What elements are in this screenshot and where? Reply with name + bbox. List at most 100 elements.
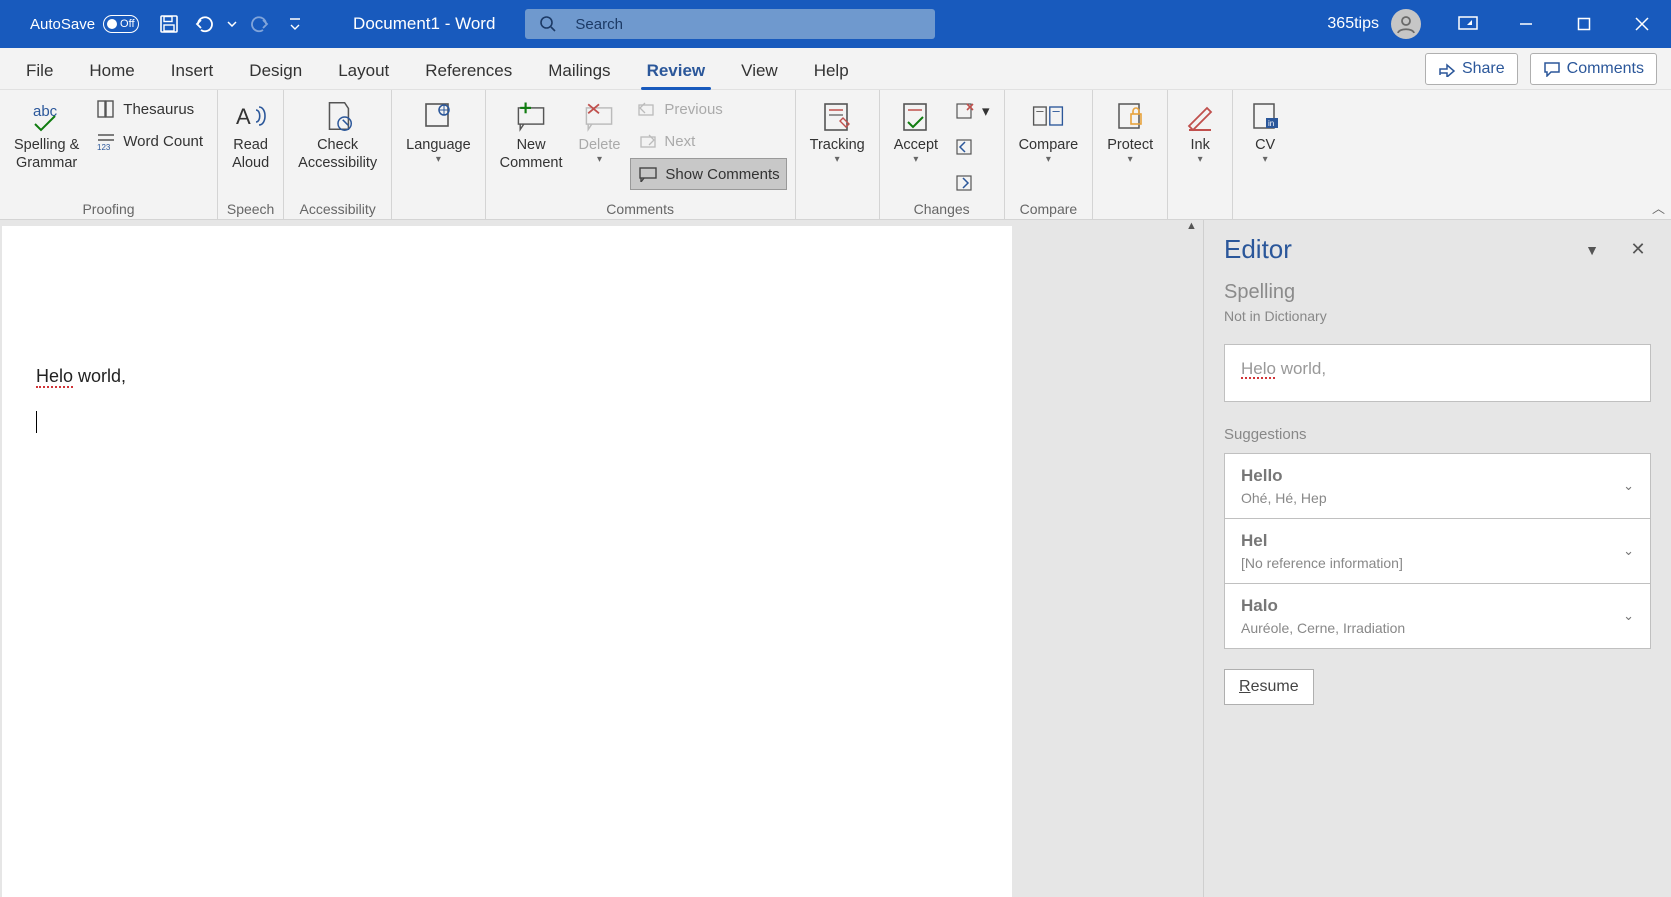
- search-box[interactable]: Search: [525, 9, 935, 39]
- reject-button[interactable]: ▾: [948, 96, 996, 126]
- group-proofing: abc Spelling & Grammar Thesaurus 123 Wor…: [0, 90, 218, 219]
- share-button[interactable]: Share: [1425, 53, 1518, 85]
- group-changes: Accept ▾ ▾ Changes: [880, 90, 1005, 219]
- suggestion-item[interactable]: Hello Ohé, Hé, Hep ⌄: [1224, 453, 1651, 519]
- group-accessibility: Check Accessibility Accessibility: [284, 90, 392, 219]
- text-cursor: [36, 411, 37, 433]
- undo-dropdown[interactable]: [223, 6, 241, 42]
- tab-help[interactable]: Help: [796, 53, 867, 89]
- previous-label: Previous: [664, 101, 722, 118]
- workspace: Helo world, ▲ Editor ▼ ✕ Spelling Not in…: [0, 220, 1671, 897]
- cv-icon: in: [1247, 98, 1283, 134]
- group-compare: Compare ▾ Compare: [1005, 90, 1094, 219]
- protect-label: Protect: [1107, 136, 1153, 154]
- accept-button[interactable]: Accept ▾: [888, 94, 944, 171]
- show-comments-button[interactable]: Show Comments: [630, 158, 786, 190]
- show-comments-icon: [637, 163, 659, 185]
- language-icon: [420, 98, 456, 134]
- chevron-down-icon: ▾: [1263, 154, 1268, 167]
- user-avatar[interactable]: [1391, 9, 1421, 39]
- toggle-state: Off: [120, 18, 134, 30]
- autosave-label: AutoSave: [30, 16, 95, 33]
- comments-label: Comments: [1567, 60, 1644, 78]
- tab-references[interactable]: References: [407, 53, 530, 89]
- tracking-button[interactable]: Tracking ▾: [804, 94, 871, 171]
- tab-view[interactable]: View: [723, 53, 796, 89]
- new-comment-button[interactable]: New Comment: [494, 94, 569, 176]
- suggestion-desc: Auréole, Cerne, Irradiation: [1241, 620, 1623, 636]
- language-button[interactable]: Language ▾: [400, 94, 477, 171]
- comments-button[interactable]: Comments: [1530, 53, 1657, 85]
- tab-layout[interactable]: Layout: [320, 53, 407, 89]
- tab-file[interactable]: File: [8, 53, 71, 89]
- tab-design[interactable]: Design: [231, 53, 320, 89]
- editor-pane: Editor ▼ ✕ Spelling Not in Dictionary He…: [1203, 220, 1671, 897]
- qat-customize[interactable]: [277, 6, 313, 42]
- tab-row: File Home Insert Design Layout Reference…: [0, 48, 1671, 90]
- chevron-down-icon[interactable]: ⌄: [1623, 608, 1634, 624]
- context-rest: world,: [1276, 359, 1326, 378]
- thesaurus-button[interactable]: Thesaurus: [89, 94, 209, 124]
- vertical-scrollbar[interactable]: ▲: [1183, 220, 1203, 897]
- cv-label: CV: [1255, 136, 1275, 154]
- next-change-button[interactable]: [948, 168, 996, 198]
- context-error-word: Helo: [1241, 359, 1276, 378]
- tab-home[interactable]: Home: [71, 53, 152, 89]
- chevron-down-icon: ▾: [436, 154, 441, 167]
- read-aloud-button[interactable]: A Read Aloud: [226, 94, 275, 176]
- group-language: Language ▾: [392, 90, 486, 219]
- spelling-error-word[interactable]: Helo: [36, 366, 73, 388]
- chevron-down-icon[interactable]: ⌄: [1623, 478, 1634, 494]
- pane-options-button[interactable]: ▼: [1579, 237, 1605, 263]
- share-label: Share: [1462, 60, 1505, 78]
- close-button[interactable]: [1613, 0, 1671, 48]
- collapse-ribbon-button[interactable]: ︿: [1652, 198, 1665, 217]
- tab-review[interactable]: Review: [629, 53, 724, 89]
- user-name[interactable]: 365tips: [1327, 15, 1379, 33]
- undo-button[interactable]: [187, 6, 223, 42]
- save-button[interactable]: [151, 6, 187, 42]
- document-area[interactable]: Helo world,: [0, 220, 1183, 897]
- check-accessibility-button[interactable]: Check Accessibility: [292, 94, 383, 176]
- group-speech: A Read Aloud Speech: [218, 90, 284, 219]
- ink-button[interactable]: Ink ▾: [1176, 94, 1224, 171]
- autosave-toggle[interactable]: AutoSave Off: [0, 15, 151, 33]
- read-aloud-icon: A: [233, 98, 269, 134]
- suggestion-word: Halo: [1241, 596, 1623, 616]
- document-page[interactable]: Helo world,: [2, 226, 1012, 897]
- context-box: Helo world,: [1224, 344, 1651, 402]
- next-icon: [636, 130, 658, 152]
- group-label-proofing: Proofing: [8, 199, 209, 217]
- pane-close-button[interactable]: ✕: [1625, 237, 1651, 263]
- word-count-icon: 123: [95, 130, 117, 152]
- group-tracking: Tracking ▾: [796, 90, 880, 219]
- suggestion-item[interactable]: Hel [No reference information] ⌄: [1224, 518, 1651, 584]
- thesaurus-icon: [95, 98, 117, 120]
- tracking-label: Tracking: [810, 136, 865, 154]
- prev-change-icon: [954, 136, 976, 158]
- cv-button[interactable]: in CV ▾: [1241, 94, 1289, 171]
- language-label: Language: [406, 136, 471, 154]
- protect-button[interactable]: Protect ▾: [1101, 94, 1159, 171]
- group-label-speech: Speech: [226, 199, 275, 217]
- spelling-grammar-button[interactable]: abc Spelling & Grammar: [8, 94, 85, 176]
- redo-button: [241, 6, 277, 42]
- tab-insert[interactable]: Insert: [153, 53, 232, 89]
- resume-button[interactable]: Resume: [1224, 669, 1314, 705]
- group-cv: in CV ▾: [1233, 90, 1297, 219]
- tracking-icon: [819, 98, 855, 134]
- scroll-up-icon[interactable]: ▲: [1186, 220, 1197, 232]
- suggestions-label: Suggestions: [1224, 426, 1651, 443]
- previous-change-button[interactable]: [948, 132, 996, 162]
- maximize-button[interactable]: [1555, 0, 1613, 48]
- tab-mailings[interactable]: Mailings: [530, 53, 628, 89]
- suggestion-item[interactable]: Halo Auréole, Cerne, Irradiation ⌄: [1224, 583, 1651, 649]
- minimize-button[interactable]: [1497, 0, 1555, 48]
- chevron-down-icon[interactable]: ⌄: [1623, 543, 1634, 559]
- ink-label: Ink: [1190, 136, 1209, 154]
- word-count-button[interactable]: 123 Word Count: [89, 126, 209, 156]
- compare-button[interactable]: Compare ▾: [1013, 94, 1085, 171]
- ribbon-display-options[interactable]: [1439, 0, 1497, 48]
- group-label-compare: Compare: [1013, 199, 1085, 217]
- suggestion-word: Hello: [1241, 466, 1623, 486]
